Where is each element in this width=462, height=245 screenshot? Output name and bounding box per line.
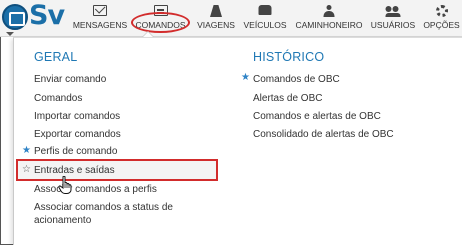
- hand-cursor-icon: [58, 176, 72, 194]
- menu-item-comandos-de-obc[interactable]: Comandos de OBC: [253, 73, 340, 86]
- nav-item-caminhoneiro[interactable]: CAMINHONEIRO: [293, 0, 365, 37]
- app-logo[interactable]: Sv: [2, 0, 65, 37]
- logo-caret-icon: [6, 32, 14, 36]
- menu-item-alertas-de-obc[interactable]: Alertas de OBC: [253, 92, 322, 105]
- menu-item-perfis-de-comando[interactable]: Perfis de comando: [34, 145, 117, 158]
- envelope-icon: [93, 5, 107, 16]
- car-icon: [258, 5, 272, 15]
- section-title-geral: GERAL: [34, 50, 78, 64]
- favorite-star-filled-icon[interactable]: ★: [22, 145, 31, 157]
- favorite-star-empty-icon[interactable]: ☆: [22, 164, 31, 176]
- users-icon: [385, 5, 401, 17]
- section-title-historico: HISTÓRICO: [253, 50, 325, 64]
- nav-label-opcoes: OPÇÕES: [423, 20, 460, 30]
- nav-label-viagens: VIAGENS: [197, 20, 235, 30]
- comandos-highlight-annotation: [131, 12, 190, 33]
- nav-item-veiculos[interactable]: VEÍCULOS: [241, 0, 289, 37]
- top-navigation-bar: Sv MENSAGENS COMANDOS VIAGENS VEÍCULOS C…: [0, 0, 462, 37]
- nav-item-mensagens[interactable]: MENSAGENS: [70, 0, 130, 37]
- nav-item-opcoes[interactable]: OPÇÕES: [421, 0, 462, 37]
- menu-item-consolidado-de-alertas[interactable]: Consolidado de alertas de OBC: [253, 128, 394, 141]
- menu-item-associar-comandos-a-perfis[interactable]: Associar comandos a perfis: [34, 183, 157, 196]
- gear-icon: [435, 5, 448, 17]
- logo-text: Sv: [29, 0, 65, 31]
- menu-item-comandos[interactable]: Comandos: [34, 92, 82, 105]
- menu-item-exportar-comandos[interactable]: Exportar comandos: [34, 128, 121, 141]
- nav-label-caminhoneiro: CAMINHONEIRO: [295, 20, 363, 30]
- favorite-star-filled-icon[interactable]: ★: [241, 72, 250, 84]
- menu-item-comandos-e-alertas-de-obc[interactable]: Comandos e alertas de OBC: [253, 110, 381, 123]
- road-icon: [210, 5, 222, 17]
- menu-item-importar-comandos[interactable]: Importar comandos: [34, 110, 120, 123]
- nav-item-usuarios[interactable]: USUÁRIOS: [366, 0, 420, 37]
- menu-item-enviar-comando[interactable]: Enviar comando: [34, 73, 106, 86]
- driver-icon: [323, 5, 335, 17]
- nav-label-veiculos: VEÍCULOS: [243, 20, 287, 30]
- nav-label-usuarios: USUÁRIOS: [370, 20, 416, 30]
- nav-item-viagens[interactable]: VIAGENS: [191, 0, 241, 37]
- menu-item-entradas-e-saidas[interactable]: Entradas e saídas: [34, 164, 115, 177]
- logo-icon: [2, 4, 28, 30]
- nav-label-mensagens: MENSAGENS: [72, 20, 128, 30]
- menu-item-associar-comandos-status[interactable]: Associar comandos a status de acionament…: [34, 201, 204, 227]
